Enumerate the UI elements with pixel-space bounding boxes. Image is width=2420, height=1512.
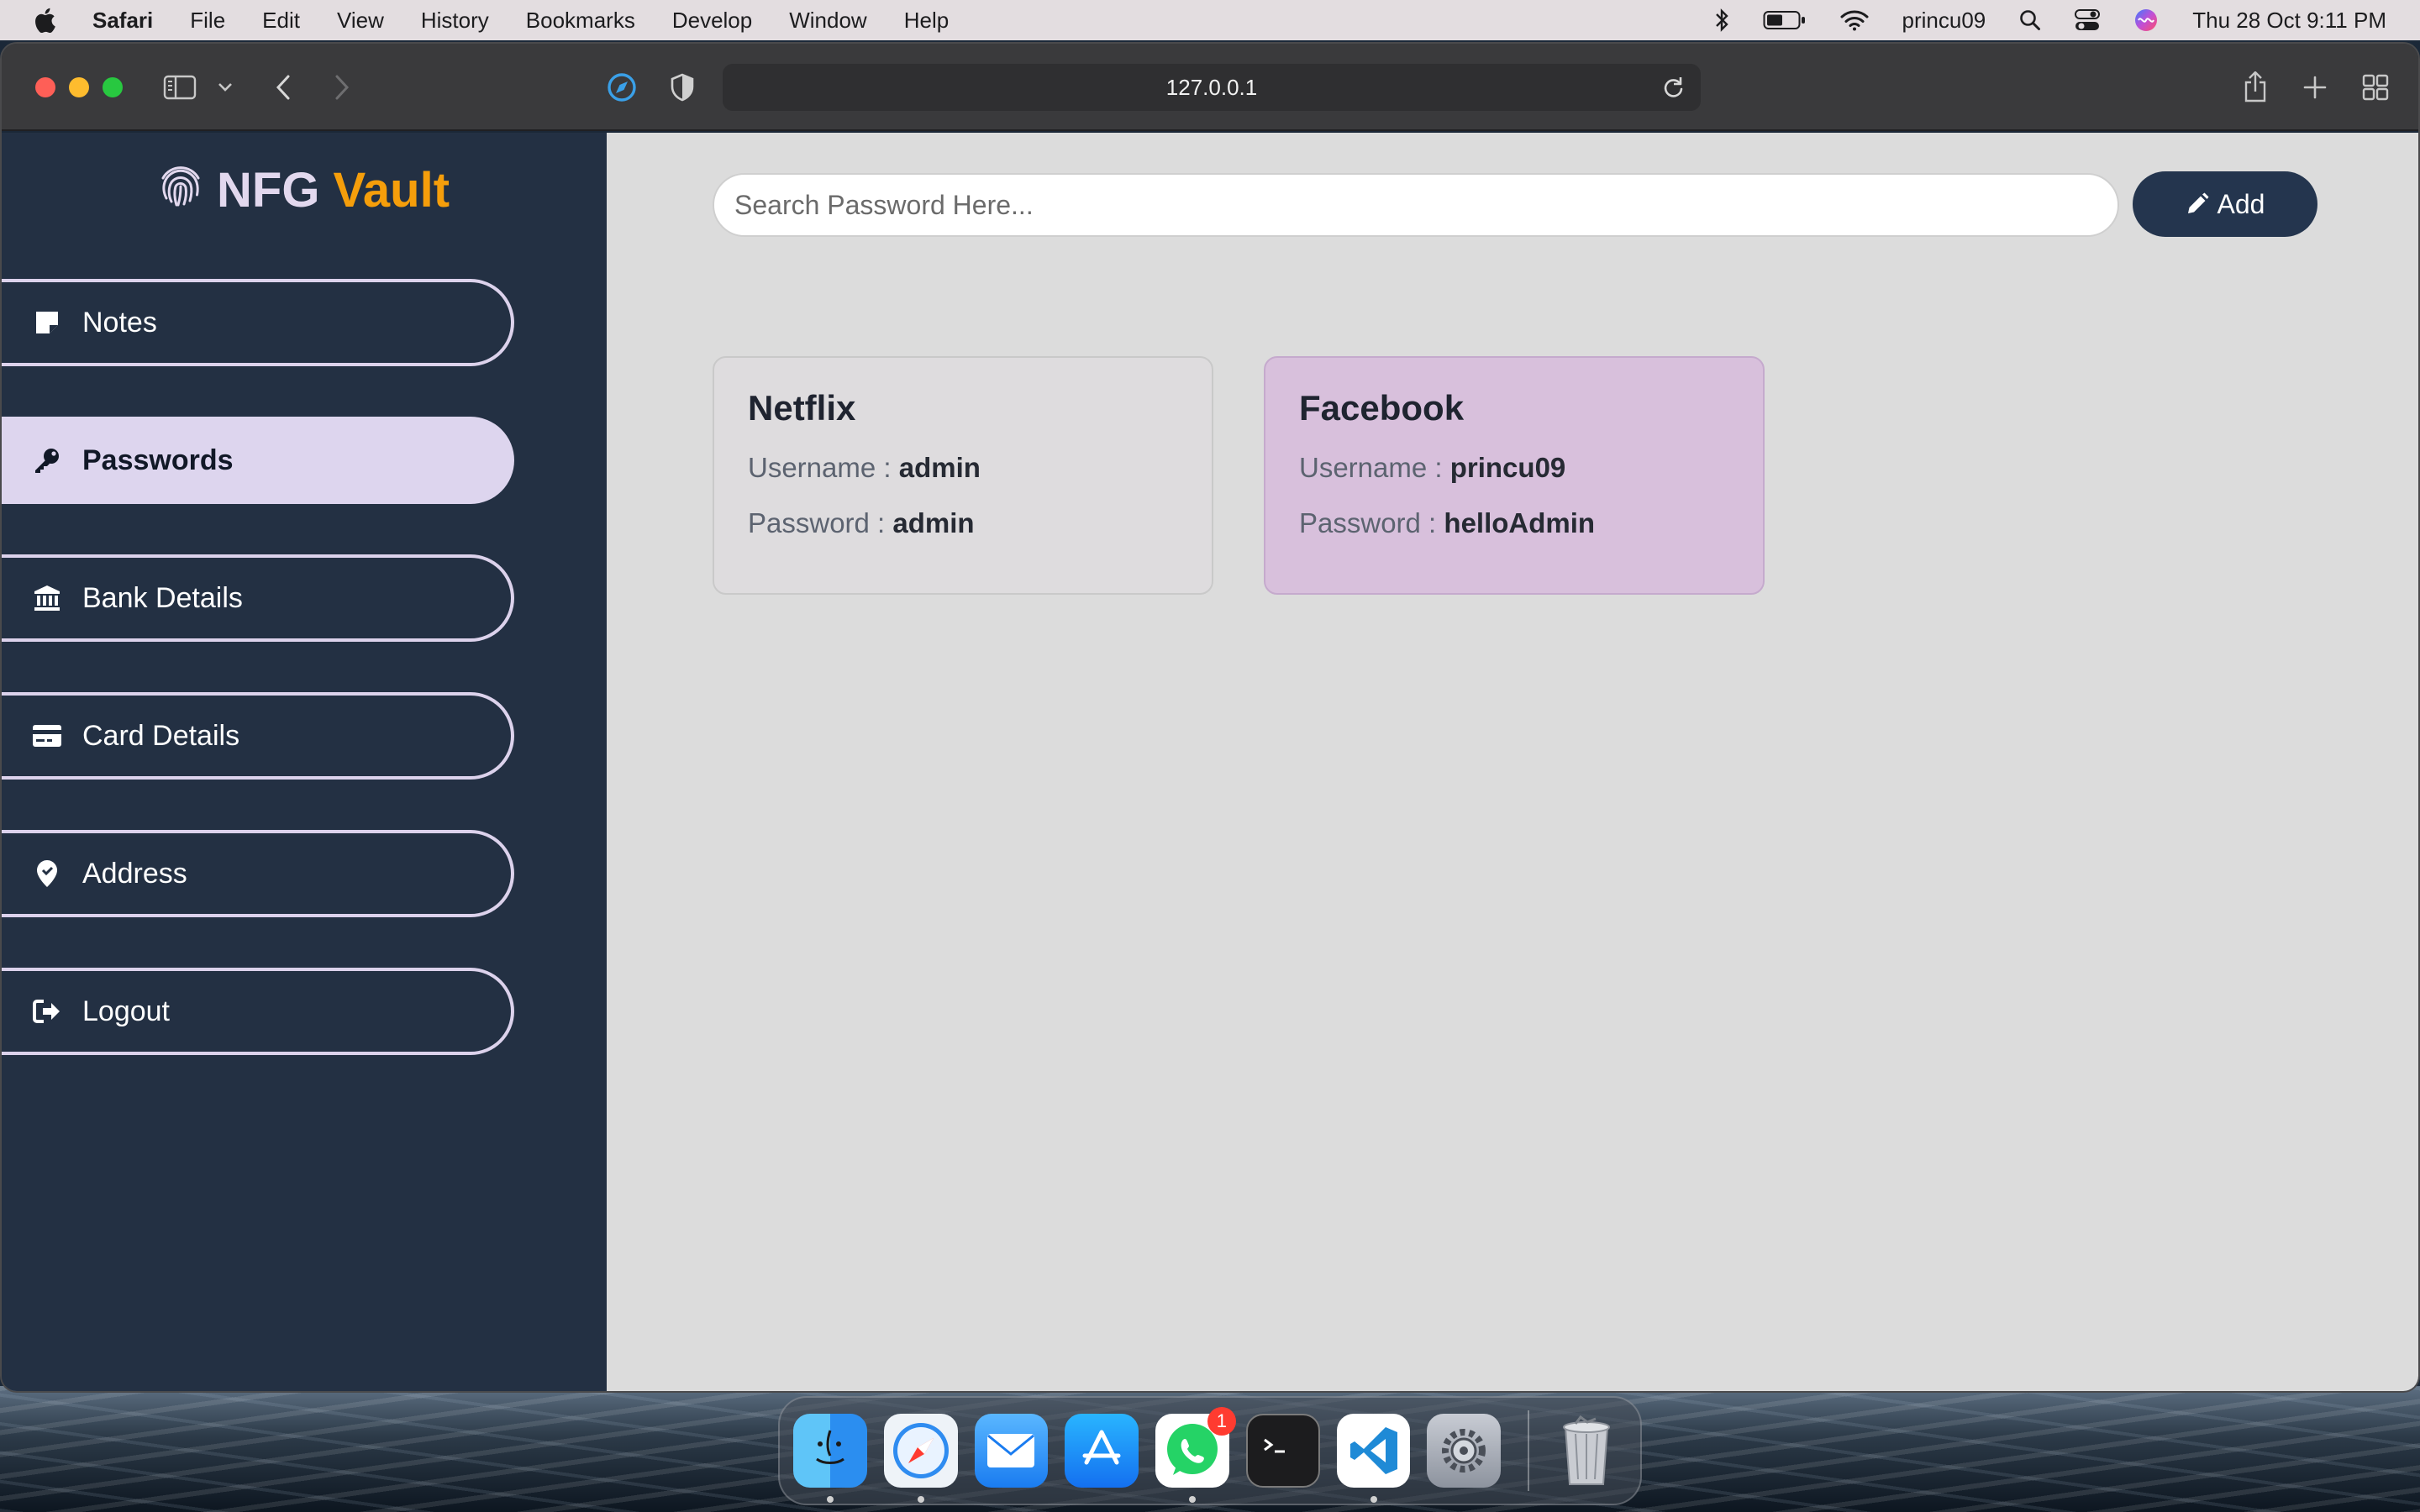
- add-button-label: Add: [2217, 188, 2265, 219]
- dock-divider: [1528, 1410, 1530, 1491]
- add-password-button[interactable]: Add: [2133, 171, 2317, 237]
- menu-username[interactable]: princu09: [1902, 8, 1986, 34]
- brand-name-nfg: NFG: [217, 162, 320, 218]
- pencil-icon: [2186, 192, 2209, 216]
- password-card-facebook[interactable]: Facebook Username : princu09 Password : …: [1264, 356, 1765, 595]
- control-center-icon[interactable]: [2075, 8, 2101, 32]
- menu-window[interactable]: Window: [789, 8, 866, 34]
- password-label: Password :: [748, 507, 886, 538]
- sidebar-item-card-details[interactable]: Card Details: [2, 692, 514, 780]
- brand-logo[interactable]: NFG Vault: [156, 158, 450, 222]
- browser-toolbar: 127.0.0.1: [2, 44, 2418, 131]
- menu-app-name[interactable]: Safari: [92, 8, 153, 34]
- finder-icon[interactable]: [793, 1414, 867, 1503]
- menu-view[interactable]: View: [337, 8, 384, 34]
- password-value: helloAdmin: [1444, 507, 1596, 538]
- sidebar-item-label: Address: [82, 857, 187, 890]
- vscode-icon[interactable]: [1336, 1414, 1411, 1503]
- new-tab-plus-icon[interactable]: [2301, 67, 2329, 108]
- card-password-row: Password : admin: [748, 507, 1178, 539]
- username-value: princu09: [1449, 452, 1566, 483]
- sidebar-item-label: Card Details: [82, 719, 240, 752]
- card-title: Netflix: [748, 388, 856, 428]
- reload-icon[interactable]: [1662, 76, 1684, 105]
- sidebar-toggle-icon[interactable]: [161, 67, 198, 108]
- siri-icon[interactable]: [2133, 8, 2159, 33]
- web-page: NFG Vault Notes Passwords Bank Details C…: [2, 133, 2418, 1391]
- back-arrow-icon[interactable]: [271, 67, 296, 108]
- menu-help[interactable]: Help: [904, 8, 949, 34]
- spotlight-search-icon[interactable]: [2019, 9, 2041, 31]
- card-title: Facebook: [1299, 388, 1465, 428]
- wifi-icon[interactable]: [1840, 9, 1869, 31]
- running-indicator: [827, 1496, 834, 1503]
- notification-badge: 1: [1207, 1407, 1236, 1436]
- close-window-button[interactable]: [35, 77, 55, 97]
- sidebar-item-label: Notes: [82, 306, 157, 339]
- sidebar-item-label: Passwords: [82, 444, 234, 476]
- password-card-netflix[interactable]: Netflix Username : admin Password : admi…: [713, 356, 1213, 595]
- menu-bookmarks[interactable]: Bookmarks: [526, 8, 635, 34]
- sidebar-item-bank-details[interactable]: Bank Details: [2, 554, 514, 642]
- card-username-row: Username : princu09: [1299, 452, 1729, 484]
- fingerprint-icon: [156, 160, 205, 220]
- fullscreen-window-button[interactable]: [103, 77, 123, 97]
- username-label: Username :: [748, 452, 892, 483]
- username-label: Username :: [1299, 452, 1443, 483]
- menu-bar: Safari File Edit View History Bookmarks …: [0, 0, 2420, 40]
- share-icon[interactable]: [2240, 67, 2270, 108]
- logout-icon: [30, 999, 64, 1024]
- menu-file[interactable]: File: [190, 8, 225, 34]
- sidebar-item-label: Bank Details: [82, 581, 243, 614]
- sidebar: NFG Vault Notes Passwords Bank Details C…: [2, 133, 607, 1391]
- brand-name-vault: Vault: [333, 162, 450, 218]
- sidebar-item-notes[interactable]: Notes: [2, 279, 514, 366]
- menu-datetime[interactable]: Thu 28 Oct 9:11 PM: [2192, 8, 2386, 34]
- note-icon: [30, 310, 64, 335]
- safari-compass-icon[interactable]: [883, 1414, 958, 1503]
- card-username-row: Username : admin: [748, 452, 1178, 484]
- menu-edit[interactable]: Edit: [262, 8, 300, 34]
- bank-icon: [30, 585, 64, 612]
- password-label: Password :: [1299, 507, 1437, 538]
- card-password-row: Password : helloAdmin: [1299, 507, 1729, 539]
- apple-icon[interactable]: [34, 8, 55, 34]
- key-icon: [30, 446, 64, 475]
- tab-overview-icon[interactable]: [2361, 67, 2390, 108]
- running-indicator: [1189, 1496, 1197, 1503]
- credit-card-icon: [30, 724, 64, 748]
- sidebar-item-passwords[interactable]: Passwords: [2, 417, 514, 504]
- mail-icon[interactable]: [974, 1414, 1049, 1488]
- system-preferences-gear-icon[interactable]: [1427, 1414, 1502, 1488]
- privacy-shield-icon[interactable]: [667, 67, 697, 108]
- whatsapp-icon[interactable]: 1: [1155, 1407, 1236, 1503]
- window-controls: [35, 77, 136, 97]
- terminal-icon[interactable]: [1245, 1414, 1320, 1488]
- main-content: Add Netflix Username : admin Password : …: [607, 133, 2418, 1391]
- map-pin-icon: [30, 859, 64, 888]
- sidebar-item-logout[interactable]: Logout: [2, 968, 514, 1055]
- trash-icon[interactable]: [1549, 1414, 1623, 1488]
- safari-window: 127.0.0.1 NFG Vault Notes Passwords Bank…: [0, 42, 2420, 1393]
- running-indicator: [917, 1496, 924, 1503]
- username-value: admin: [898, 452, 981, 483]
- menu-history[interactable]: History: [421, 8, 489, 34]
- bluetooth-icon[interactable]: [1714, 8, 1729, 32]
- dock: 1: [778, 1396, 1642, 1505]
- running-indicator: [1370, 1496, 1377, 1503]
- battery-icon[interactable]: [1763, 9, 1807, 31]
- app-store-icon[interactable]: [1065, 1414, 1139, 1488]
- forward-arrow-icon[interactable]: [329, 67, 355, 108]
- minimize-window-button[interactable]: [69, 77, 89, 97]
- sidebar-item-address[interactable]: Address: [2, 830, 514, 917]
- password-value: admin: [892, 507, 975, 538]
- url-text: 127.0.0.1: [1165, 74, 1258, 100]
- sidebar-item-label: Logout: [82, 995, 170, 1027]
- menu-develop[interactable]: Develop: [672, 8, 752, 34]
- search-password-input[interactable]: [713, 173, 2119, 237]
- extension-compass-icon[interactable]: [605, 67, 639, 108]
- address-bar[interactable]: 127.0.0.1: [723, 64, 1701, 111]
- chevron-down-icon[interactable]: [215, 67, 235, 108]
